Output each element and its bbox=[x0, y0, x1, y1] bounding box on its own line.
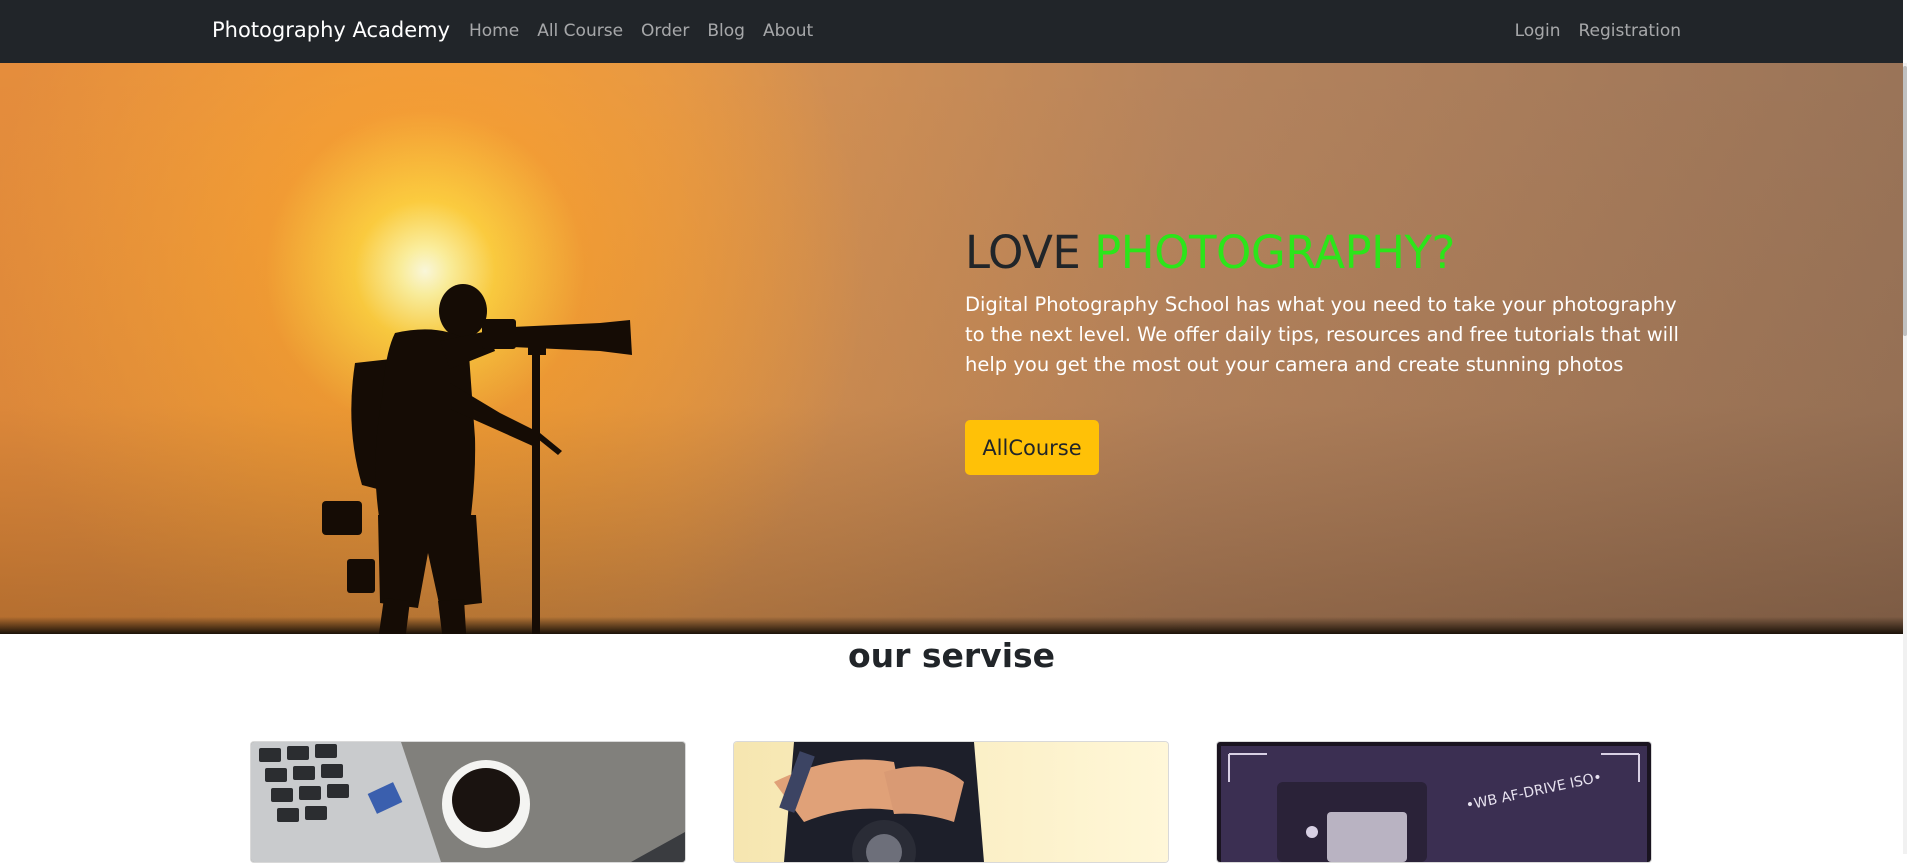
hero-description: Digital Photography School has what you … bbox=[965, 293, 1679, 376]
nav-link-all-course[interactable]: All Course bbox=[537, 21, 623, 41]
hero-title-dark: LOVE bbox=[965, 226, 1081, 279]
nav-links: Home All Course Order Blog About bbox=[469, 21, 813, 41]
camera-hands-image bbox=[734, 742, 1168, 862]
hero-title: LOVE PHOTOGRAPHY? bbox=[965, 226, 1695, 280]
nav-link-registration[interactable]: Registration bbox=[1578, 21, 1681, 41]
nav-link-blog[interactable]: Blog bbox=[707, 21, 745, 41]
auth-links: Login Registration bbox=[1515, 21, 1681, 41]
navbar: Photography Academy Home All Course Orde… bbox=[0, 0, 1903, 63]
nav-link-login[interactable]: Login bbox=[1515, 21, 1561, 41]
camera-top-image: •WB AF-DRIVE ISO• bbox=[1217, 742, 1651, 862]
nav-link-order[interactable]: Order bbox=[641, 21, 689, 41]
service-card-1[interactable] bbox=[250, 741, 686, 863]
hero-banner: LOVE PHOTOGRAPHY? Digital Photography Sc… bbox=[0, 63, 1903, 634]
nav-link-about[interactable]: About bbox=[763, 21, 813, 41]
all-course-button[interactable]: AllCourse bbox=[965, 420, 1099, 475]
page-scrollbar-thumb[interactable] bbox=[1903, 66, 1907, 336]
service-card-3[interactable]: •WB AF-DRIVE ISO• bbox=[1216, 741, 1652, 863]
services-title: our servise bbox=[847, 636, 1056, 675]
hero-title-accent: PHOTOGRAPHY? bbox=[1094, 226, 1455, 279]
service-card-2[interactable] bbox=[733, 741, 1169, 863]
nav-link-home[interactable]: Home bbox=[469, 21, 519, 41]
laptop-coffee-image bbox=[251, 742, 685, 862]
brand-link[interactable]: Photography Academy bbox=[212, 18, 450, 42]
photographer-silhouette-image bbox=[322, 284, 632, 634]
hero-text-block: LOVE PHOTOGRAPHY? Digital Photography Sc… bbox=[965, 226, 1695, 380]
